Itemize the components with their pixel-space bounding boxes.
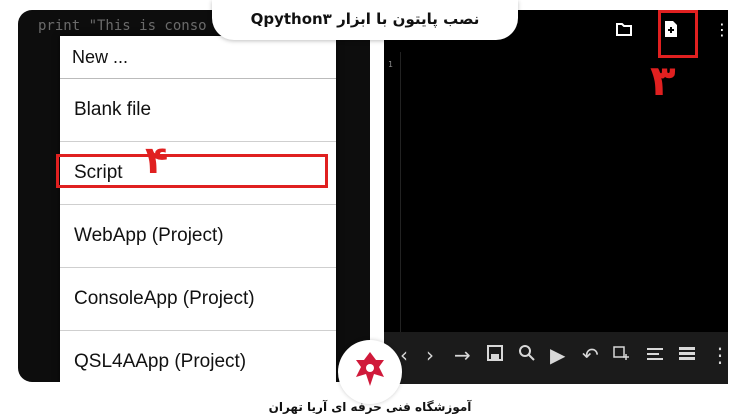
chevron-right-icon[interactable]: ›: [426, 342, 434, 368]
snippet-icon[interactable]: [612, 342, 632, 368]
line-number: 1: [388, 60, 393, 69]
undo-icon[interactable]: ↶: [582, 342, 599, 368]
new-menu: New ... Blank file Script WebApp (Projec…: [56, 36, 336, 382]
search-icon[interactable]: [518, 342, 536, 368]
step-three-label: ۳: [650, 56, 676, 105]
menu-item-consoleapp[interactable]: ConsoleApp (Project): [60, 268, 336, 331]
editor-toolbar: ‹ › → ▶ ↶ ⋮: [384, 332, 728, 384]
play-icon[interactable]: ▶: [550, 342, 565, 368]
script-highlight-box: [56, 154, 328, 188]
new-file-highlight-box: [658, 10, 698, 58]
save-icon[interactable]: [486, 342, 504, 368]
folder-icon[interactable]: [616, 22, 632, 40]
more-icon[interactable]: ⋮: [714, 20, 728, 39]
line-gutter: [384, 52, 401, 332]
menu-item-script[interactable]: Script: [56, 142, 336, 205]
menu-item-blank-file[interactable]: Blank file: [60, 79, 336, 142]
editor-screen: ⋮ 1 ‹ › → ▶ ↶ ⋮: [384, 10, 728, 384]
align-icon[interactable]: [646, 342, 664, 368]
menu-item-qsl4aapp[interactable]: QSL4AApp (Project): [60, 331, 336, 382]
step-four-label: ۴: [145, 138, 169, 182]
menu-item-webapp[interactable]: WebApp (Project): [60, 205, 336, 268]
institute-logo: [338, 340, 402, 404]
menu-header: New ...: [60, 36, 336, 79]
arrow-right-icon[interactable]: →: [454, 342, 471, 368]
left-phone-screen: print "This is conso New ... Blank file …: [18, 10, 370, 382]
code-line: print "This is conso: [38, 18, 207, 34]
footer-text: آموزشگاه فنی حرفه ای آریا تهران: [268, 400, 472, 414]
list-icon[interactable]: [678, 342, 696, 368]
page-title: نصب پایتون با ابزار Qpython۳: [212, 0, 518, 40]
toolbar-more-icon[interactable]: ⋮: [710, 342, 728, 368]
